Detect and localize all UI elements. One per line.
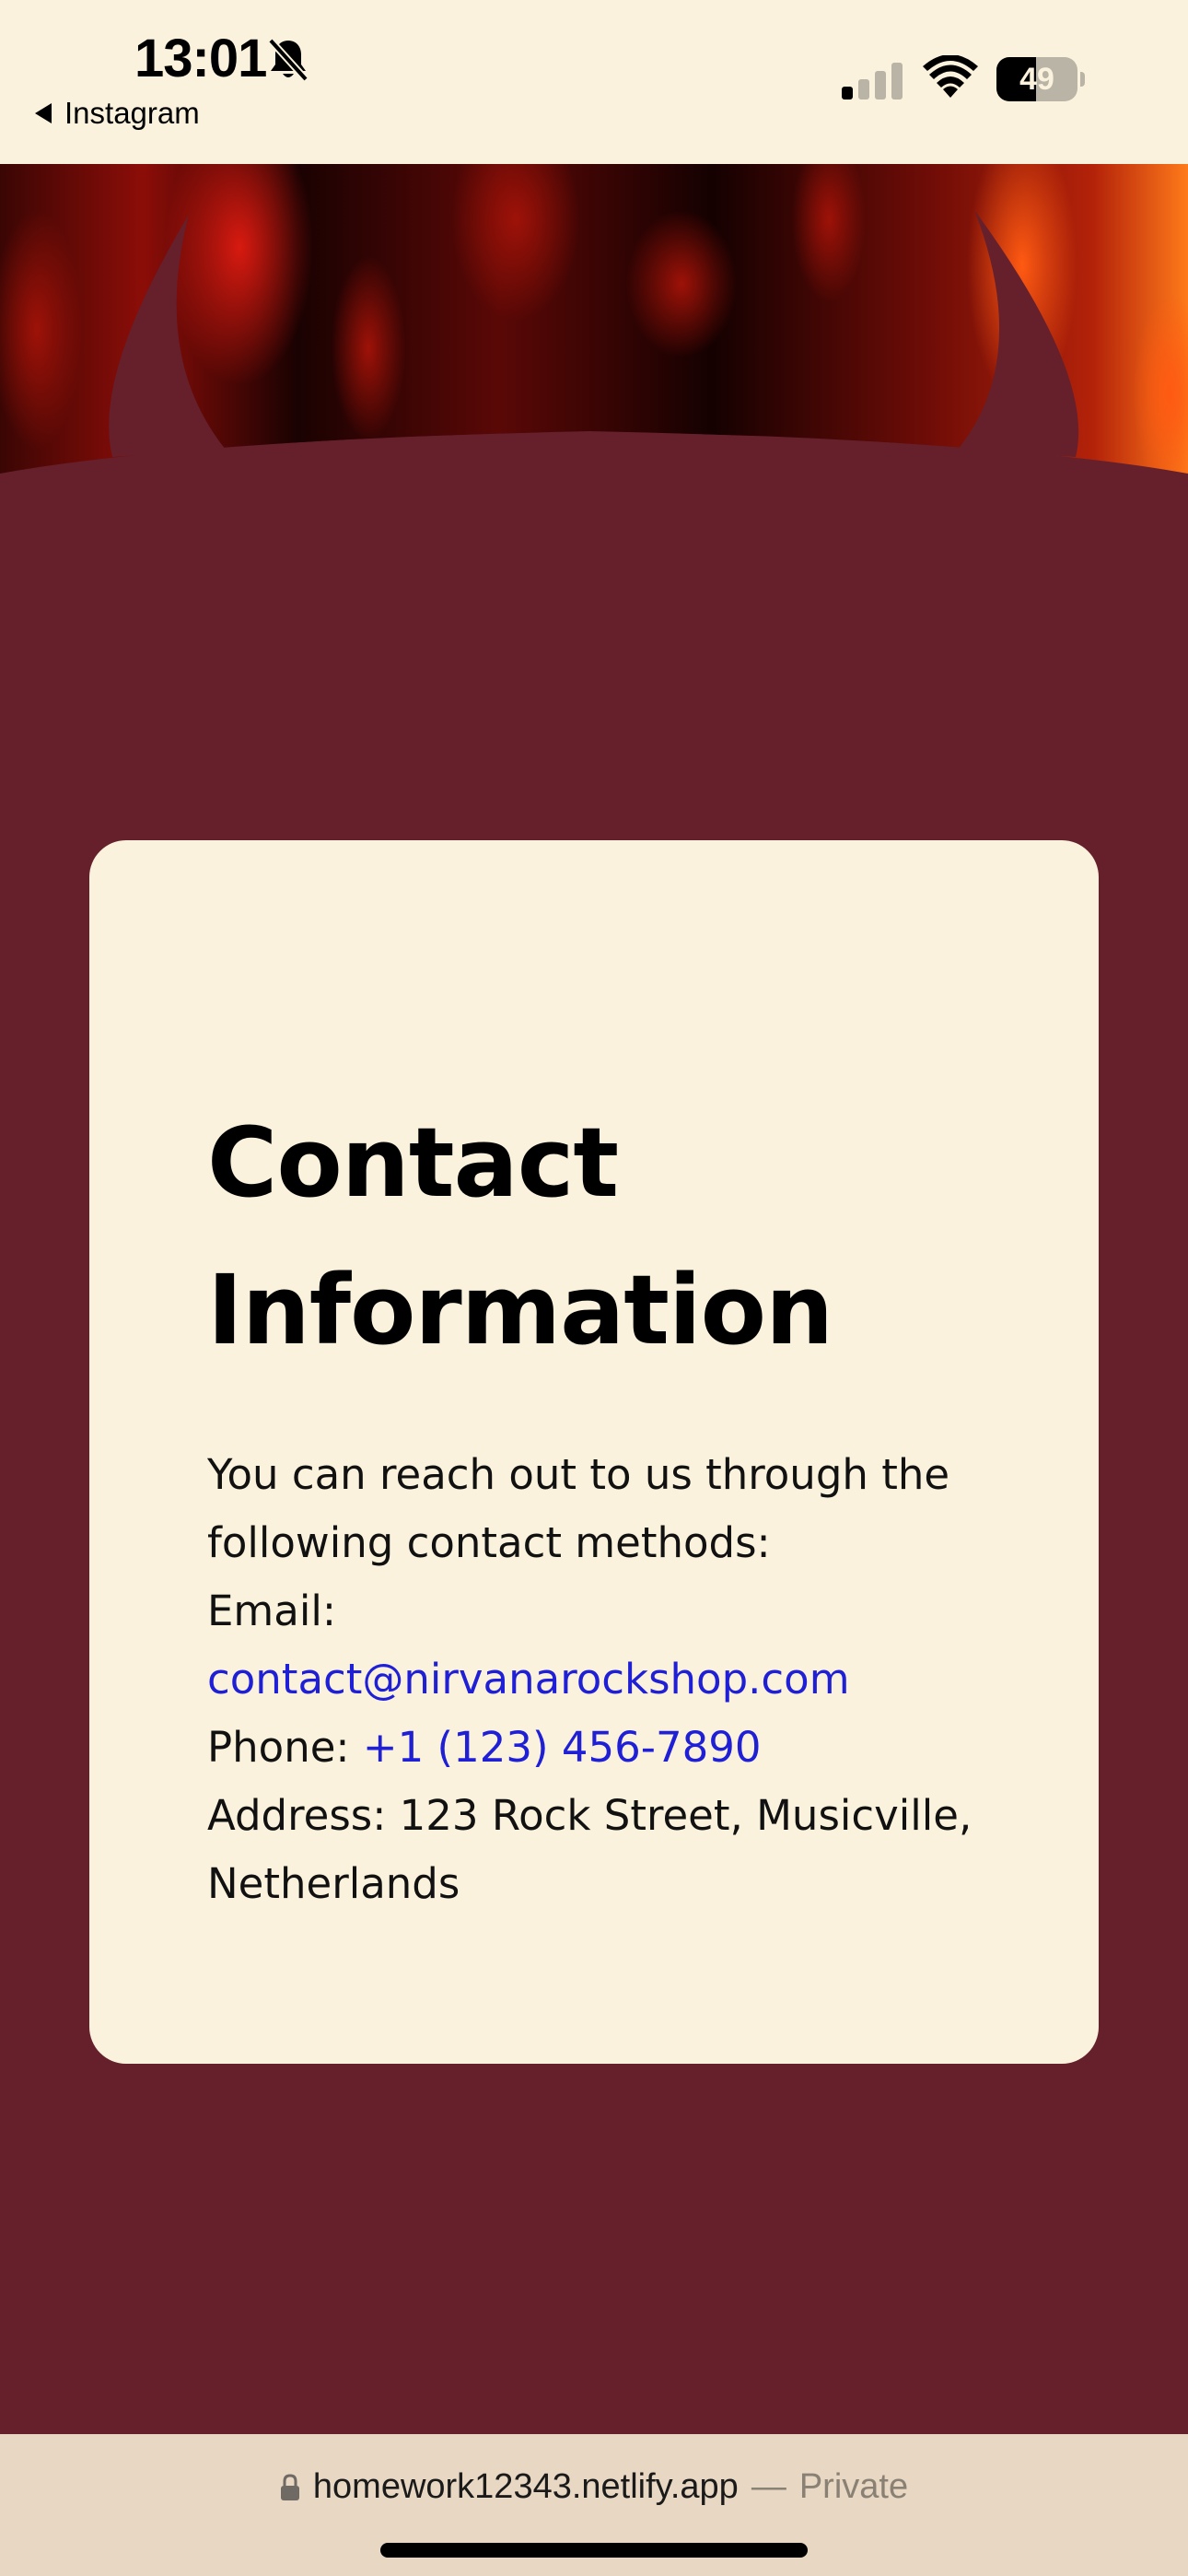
email-row: Email: contact@nirvanarockshop.com <box>207 1577 1043 1714</box>
status-time: 13:01 <box>134 29 267 88</box>
url-separator: — <box>751 2467 786 2506</box>
phone-link[interactable]: +1 (123) 456-7890 <box>363 1723 762 1772</box>
url-text: homework12343.netlify.app <box>312 2467 739 2506</box>
battery-icon: 49 <box>996 57 1085 101</box>
battery-level: 49 <box>1019 62 1054 97</box>
browser-address-bar[interactable]: homework12343.netlify.app — Private <box>0 2434 1188 2576</box>
back-app-label: Instagram <box>64 96 200 130</box>
email-label: Email: <box>207 1587 337 1635</box>
private-mode-label: Private <box>798 2467 909 2506</box>
contact-body: You can reach out to us through the foll… <box>207 1441 1043 1918</box>
home-indicator[interactable] <box>380 2543 808 2558</box>
url-row[interactable]: homework12343.netlify.app — Private <box>0 2467 1188 2507</box>
hero-fire-banner <box>0 164 1188 479</box>
email-link[interactable]: contact@nirvanarockshop.com <box>207 1655 850 1704</box>
back-caret-icon <box>35 103 52 123</box>
address-text: Address: 123 Rock Street, Musicville, Ne… <box>207 1791 973 1908</box>
back-to-instagram[interactable]: Instagram <box>33 96 200 131</box>
bell-slash-icon <box>268 38 309 82</box>
battery-cap <box>1080 72 1085 87</box>
cellular-signal-icon <box>842 63 903 100</box>
wifi-icon <box>923 55 978 98</box>
main-section: Contact Information You can reach out to… <box>0 479 1188 2434</box>
fire-background <box>0 164 1188 479</box>
phone-label: Phone: <box>207 1723 350 1772</box>
status-bar: 13:01 Instagram 49 <box>0 0 1188 164</box>
contact-intro: You can reach out to us through the foll… <box>207 1450 950 1567</box>
contact-card: Contact Information You can reach out to… <box>89 840 1099 2064</box>
phone-row: Phone: +1 (123) 456-7890 <box>207 1714 1043 1782</box>
battery-body: 49 <box>996 57 1077 101</box>
contact-title: Contact Information <box>207 1107 833 1366</box>
lock-icon <box>280 2473 299 2500</box>
